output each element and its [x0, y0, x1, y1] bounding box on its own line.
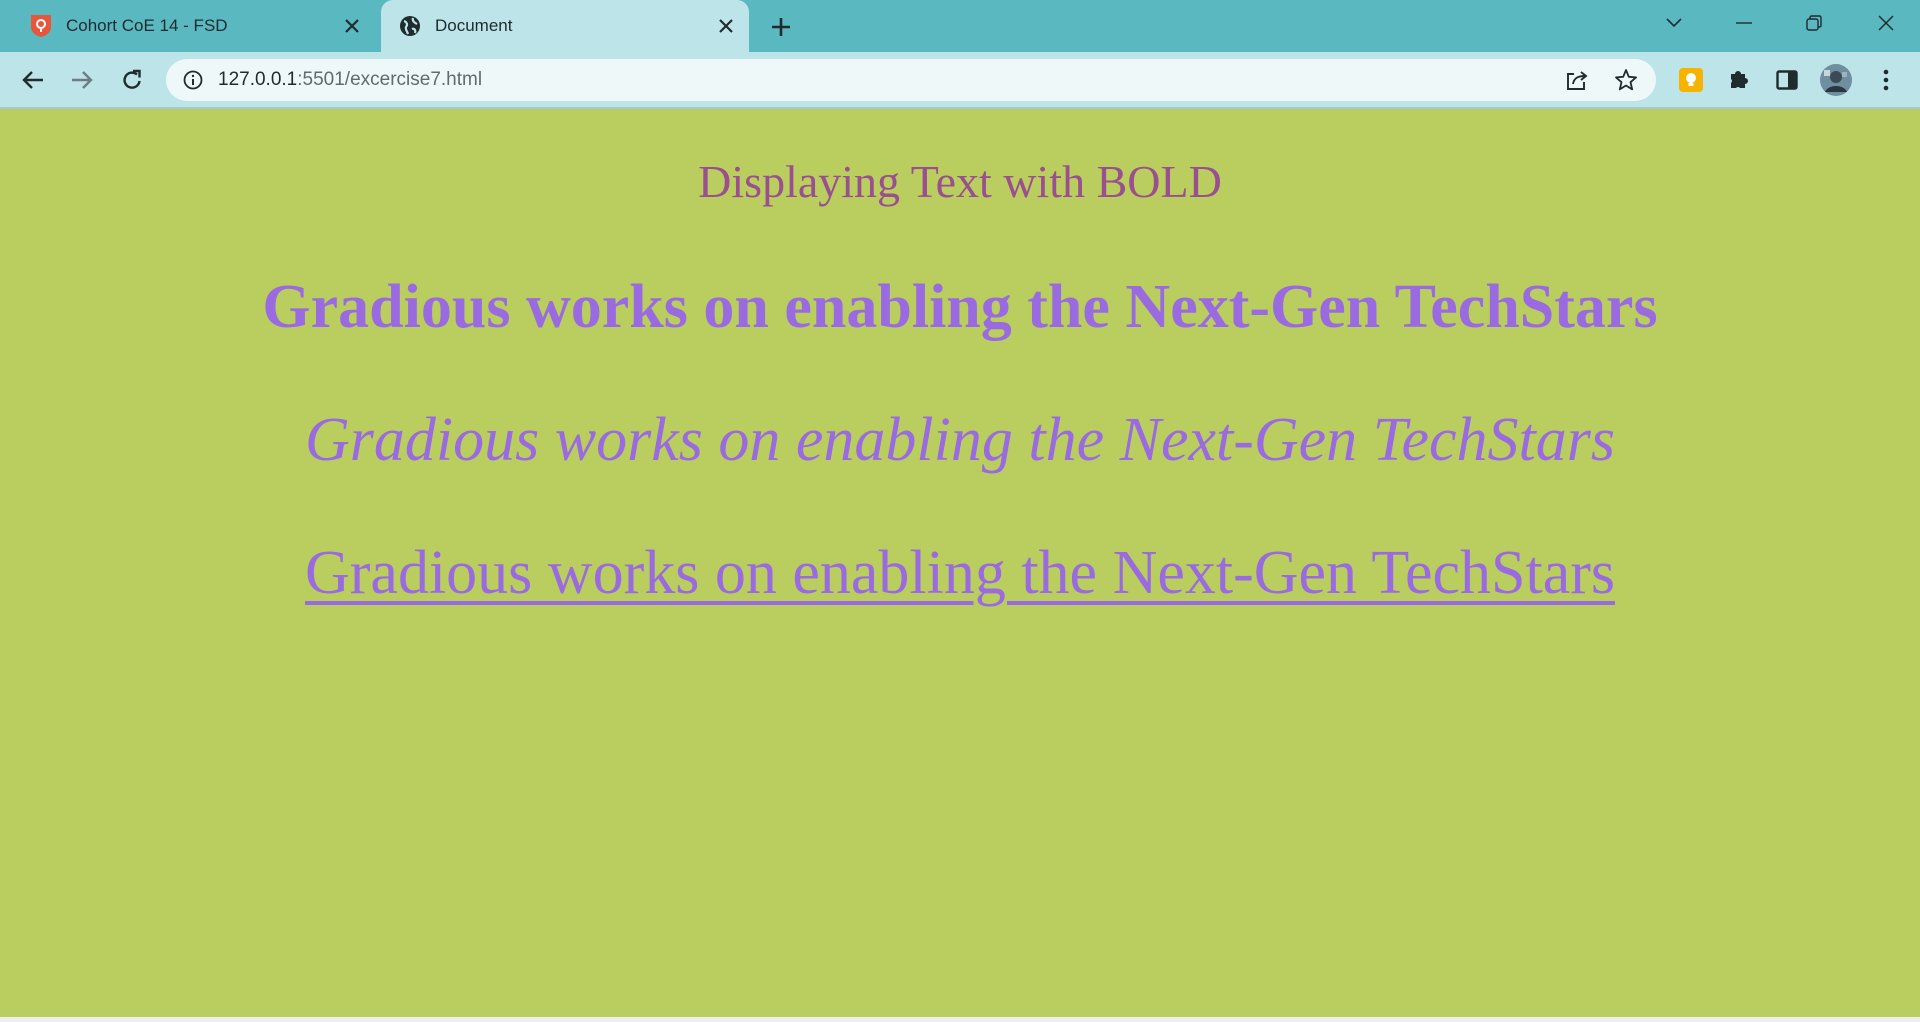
- kebab-menu-icon: [1883, 69, 1889, 91]
- url-text[interactable]: 127.0.0.1:5501/excercise7.html: [218, 69, 482, 91]
- share-icon: [1567, 71, 1588, 90]
- reload-icon: [123, 69, 141, 89]
- page-heading: Displaying Text with BOLD: [698, 156, 1222, 207]
- forward-button[interactable]: [63, 61, 101, 99]
- address-bar[interactable]: 127.0.0.1:5501/excercise7.html: [166, 59, 1656, 101]
- bookmark-star-button[interactable]: [1607, 61, 1645, 99]
- star-icon: [1615, 69, 1637, 91]
- close-tab-icon[interactable]: [711, 11, 741, 41]
- tab-title: Cohort CoE 14 - FSD: [66, 16, 228, 35]
- chevron-down-icon: [1666, 18, 1682, 28]
- underlined-text-block: Gradious works on enabling the Next-Gen …: [0, 538, 1920, 609]
- info-icon[interactable]: [182, 69, 204, 91]
- side-panel-icon: [1776, 70, 1798, 90]
- bold-text: Gradious works on enabling the Next-Gen …: [262, 273, 1658, 341]
- arrow-left-icon: [22, 71, 43, 89]
- back-button[interactable]: [14, 61, 52, 99]
- avatar-icon: [1820, 64, 1852, 96]
- browser-toolbar: 127.0.0.1:5501/excercise7.html: [0, 52, 1920, 107]
- tab-document[interactable]: Document: [381, 0, 749, 52]
- tab-title: Document: [435, 16, 513, 35]
- window-bottom-edge: [0, 1017, 1920, 1022]
- tab-strip: Cohort CoE 14 - FSD Document: [0, 0, 1920, 52]
- restore-button[interactable]: [1784, 0, 1844, 46]
- globe-icon: [400, 16, 420, 36]
- plus-icon: [772, 18, 790, 36]
- new-tab-button[interactable]: [764, 10, 798, 44]
- tab-search-button[interactable]: [1644, 0, 1704, 46]
- close-window-button[interactable]: [1856, 0, 1916, 46]
- close-icon: [1878, 15, 1894, 31]
- tab-cohort[interactable]: Cohort CoE 14 - FSD: [10, 0, 375, 52]
- url-path: :5501/excercise7.html: [297, 69, 483, 90]
- restore-icon: [1806, 15, 1822, 31]
- puzzle-icon: [1731, 71, 1748, 88]
- minimize-icon: [1736, 22, 1752, 24]
- lightbulb-extension-icon: [1679, 68, 1703, 92]
- arrow-right-icon: [72, 71, 93, 89]
- profile-avatar[interactable]: [1817, 61, 1855, 99]
- underlined-text: Gradious works on enabling the Next-Gen …: [305, 539, 1615, 607]
- extensions-button[interactable]: [1720, 61, 1758, 99]
- share-button[interactable]: [1558, 61, 1596, 99]
- side-panel-button[interactable]: [1768, 61, 1806, 99]
- url-host: 127.0.0.1: [218, 69, 298, 90]
- shield-favicon-icon: [31, 15, 51, 37]
- minimize-button[interactable]: [1714, 0, 1774, 46]
- menu-button[interactable]: [1867, 61, 1905, 99]
- page-content: Displaying Text with BOLD Gradious works…: [0, 109, 1920, 1017]
- italic-text: Gradious works on enabling the Next-Gen …: [305, 406, 1615, 474]
- close-tab-icon[interactable]: [337, 11, 367, 41]
- extension-keep-button[interactable]: [1672, 61, 1710, 99]
- reload-button[interactable]: [113, 61, 151, 99]
